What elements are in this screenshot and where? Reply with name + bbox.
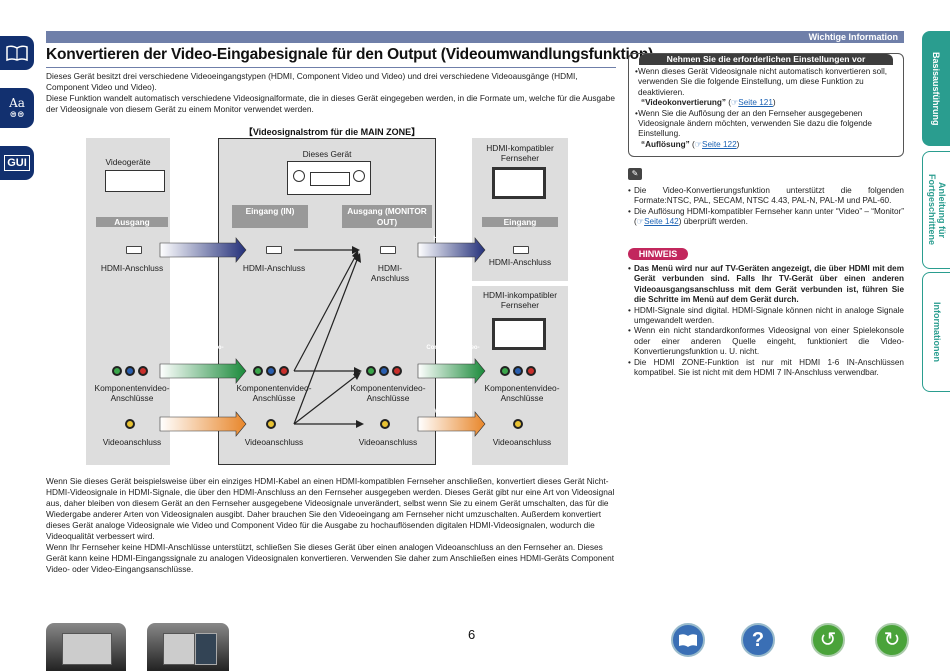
hinweis-text: HDMI-Signale sind digital. HDMI-Signale … bbox=[634, 305, 904, 326]
bullet-setting: “Auflösung” (☞Seite 122) bbox=[641, 139, 740, 149]
hinweis-text: Wenn ein nicht standardkonformes Videosi… bbox=[634, 326, 904, 357]
note-text: ) überprüft werden. bbox=[678, 217, 748, 227]
note-item: • Die Auflösung HDMI-kompatibler Fernsehe… bbox=[628, 206, 904, 227]
hinweis-list: • Das Menü wird nur auf TV-Geräten angeze… bbox=[628, 264, 904, 378]
hdmi-signal-label: HDMI-Signal bbox=[433, 236, 469, 242]
hdmi-signal-label: HDMI-Signal bbox=[182, 236, 218, 242]
bullet-setting: “Videokonvertierung” (☞Seite 121) bbox=[641, 98, 776, 108]
manual-book-icon[interactable] bbox=[671, 623, 705, 657]
hinweis-item: • Das Menü wird nur auf TV-Geräten angeze… bbox=[628, 264, 904, 305]
bullet-text: Wenn Sie die Auflösung der an den Fernse… bbox=[638, 108, 872, 139]
hinweis-text: Das Menü wird nur auf TV-Geräten angezei… bbox=[634, 264, 904, 305]
bullet-text: Wenn dieses Gerät Videosignale nicht aut… bbox=[637, 67, 888, 97]
hinweis-text: Die HDMI ZONE-Funktion ist nur mit HDMI … bbox=[634, 357, 904, 378]
page-link[interactable]: Seite 121 bbox=[738, 98, 773, 107]
setting-name: “Auflösung” bbox=[641, 139, 690, 149]
hinweis-item: • Die HDMI ZONE-Funktion ist nur mit HDMI… bbox=[628, 357, 904, 378]
note-item: • Die Video-Konvertierungsfunktion unters… bbox=[628, 186, 904, 206]
body-paragraph-2: Wenn Ihr Fernseher keine HDMI-Anschlüsse… bbox=[46, 542, 615, 574]
video-signal-label: Videosignal bbox=[434, 409, 468, 415]
back-arrow-icon[interactable]: ↺ bbox=[811, 623, 845, 657]
bullet-item: • Wenn dieses Gerät Videosignale nicht au… bbox=[635, 67, 899, 98]
forward-arrow-icon[interactable]: ↻ bbox=[875, 623, 909, 657]
hinweis-badge: HINWEIS bbox=[628, 248, 688, 260]
bullet-item: • Wenn Sie die Auflösung der an den Ferns… bbox=[635, 109, 899, 140]
notes: • Die Video-Konvertierungsfunktion unters… bbox=[628, 186, 904, 228]
page-link[interactable]: Seite 142 bbox=[644, 217, 679, 226]
player-thumb-icon[interactable] bbox=[147, 623, 229, 671]
hinweis-item: • HDMI-Signale sind digital. HDMI-Signale… bbox=[628, 305, 904, 326]
settings-box-title: Nehmen Sie die erforderlichen Einstellun… bbox=[639, 54, 893, 65]
settings-box-content: • Wenn dieses Gerät Videosignale nicht au… bbox=[635, 67, 899, 150]
setting-name: “Videokonvertierung” bbox=[641, 98, 726, 108]
note-text: Die Video-Konvertierungsfunktion unterst… bbox=[634, 186, 904, 206]
page-number: 6 bbox=[468, 627, 476, 642]
settings-box: Nehmen Sie die erforderlichen Einstellun… bbox=[628, 53, 904, 157]
help-question-icon[interactable]: ? bbox=[741, 623, 775, 657]
body-paragraph-1: Wenn Sie dieses Gerät beispielsweise übe… bbox=[46, 476, 615, 541]
video-signal-label: Videosignal bbox=[179, 409, 213, 415]
component-signal-label: Component Video-Signal bbox=[170, 345, 224, 358]
hinweis-item: • Wenn ein nicht standardkonformes Videos… bbox=[628, 326, 904, 357]
component-signal-label: Component Video-Signal bbox=[426, 345, 480, 358]
body-text: Wenn Sie dieses Gerät beispielsweise übe… bbox=[46, 476, 616, 575]
page-link[interactable]: Seite 122 bbox=[702, 140, 737, 149]
receiver-thumb-icon[interactable] bbox=[46, 623, 126, 671]
note-pencil-icon: ✎ bbox=[628, 168, 642, 180]
